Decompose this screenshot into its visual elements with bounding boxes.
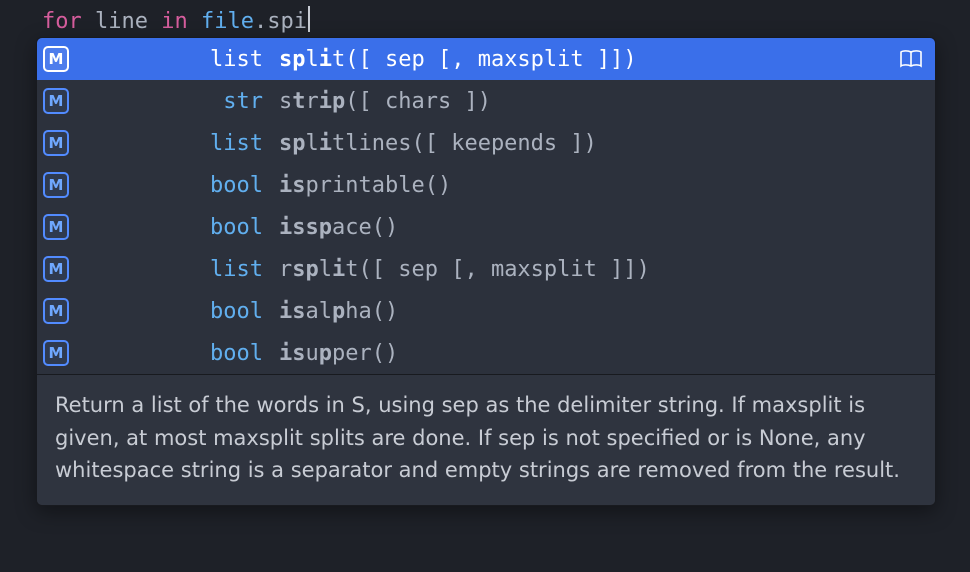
- completion-item[interactable]: Mlistsplit([ sep [, maxsplit ]]): [37, 38, 935, 80]
- return-type: list: [69, 47, 279, 72]
- completion-item[interactable]: Mboolisupper(): [37, 332, 935, 374]
- method-icon: M: [43, 298, 69, 324]
- book-icon[interactable]: [897, 47, 925, 71]
- documentation-panel: Return a list of the words in S, using s…: [37, 374, 935, 505]
- return-type: bool: [69, 215, 279, 240]
- completion-item[interactable]: Mboolisspace(): [37, 206, 935, 248]
- completion-signature: strip([ chars ]): [279, 89, 925, 114]
- completion-signature: isspace(): [279, 215, 925, 240]
- completion-signature: isprintable(): [279, 173, 925, 198]
- completion-item[interactable]: Mlistsplitlines([ keepends ]): [37, 122, 935, 164]
- return-type: bool: [69, 299, 279, 324]
- code-tokens: for line in file.spi: [42, 9, 307, 34]
- method-icon: M: [43, 172, 69, 198]
- method-icon: M: [43, 256, 69, 282]
- return-type: str: [69, 89, 279, 114]
- completion-item[interactable]: Mboolisalpha(): [37, 290, 935, 332]
- completion-signature: splitlines([ keepends ]): [279, 131, 925, 156]
- code-line[interactable]: for line in file.spi: [0, 0, 970, 40]
- method-icon: M: [43, 88, 69, 114]
- autocomplete-popup: Mlistsplit([ sep [, maxsplit ]])Mstrstri…: [36, 37, 936, 506]
- completion-item[interactable]: Mboolisprintable(): [37, 164, 935, 206]
- completion-item[interactable]: Mlistrsplit([ sep [, maxsplit ]]): [37, 248, 935, 290]
- completion-signature: rsplit([ sep [, maxsplit ]]): [279, 257, 925, 282]
- completion-item[interactable]: Mstrstrip([ chars ]): [37, 80, 935, 122]
- completion-list: Mlistsplit([ sep [, maxsplit ]])Mstrstri…: [37, 38, 935, 374]
- method-icon: M: [43, 46, 69, 72]
- method-icon: M: [43, 340, 69, 366]
- method-icon: M: [43, 214, 69, 240]
- completion-signature: split([ sep [, maxsplit ]]): [279, 47, 897, 72]
- text-cursor: [308, 6, 310, 32]
- completion-signature: isalpha(): [279, 299, 925, 324]
- return-type: bool: [69, 173, 279, 198]
- completion-signature: isupper(): [279, 341, 925, 366]
- method-icon: M: [43, 130, 69, 156]
- return-type: list: [69, 257, 279, 282]
- return-type: bool: [69, 341, 279, 366]
- return-type: list: [69, 131, 279, 156]
